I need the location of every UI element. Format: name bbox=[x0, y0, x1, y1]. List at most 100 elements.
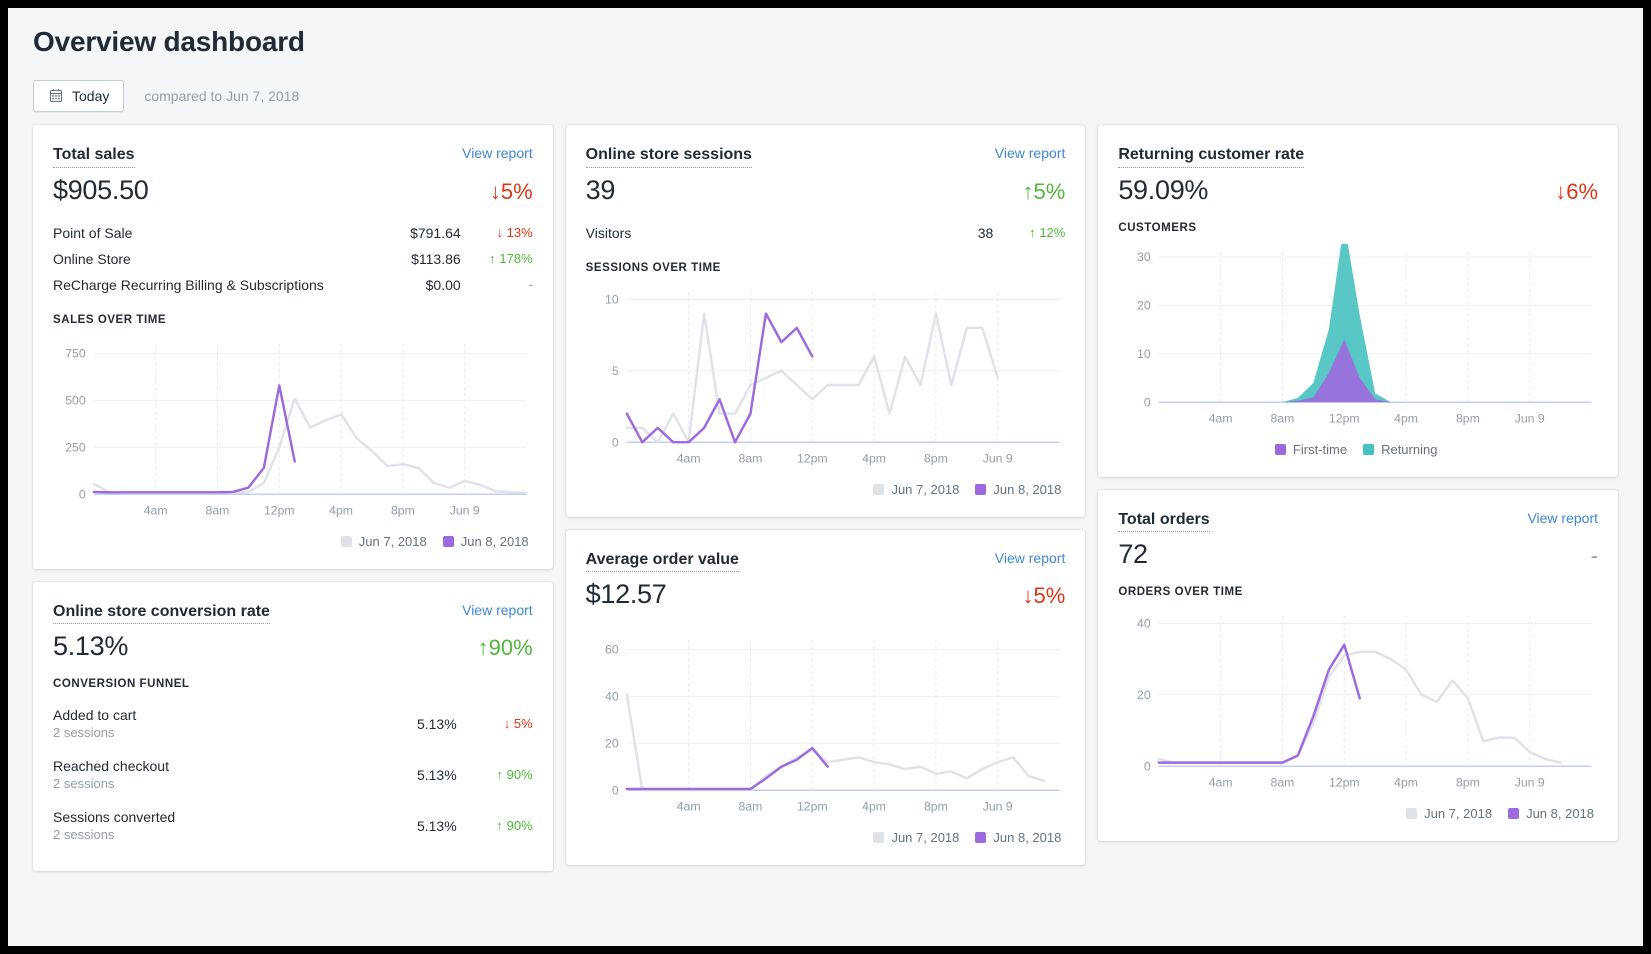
view-report-link[interactable]: View report bbox=[462, 602, 533, 618]
metric-row: 5.13% ↑90% bbox=[53, 631, 533, 662]
svg-text:4am: 4am bbox=[676, 451, 700, 465]
card-header: Online store sessions View report bbox=[585, 145, 1066, 168]
legend-label: Jun 8, 2018 bbox=[993, 830, 1062, 846]
svg-text:250: 250 bbox=[65, 440, 86, 454]
compared-to-text: compared to Jun 7, 2018 bbox=[144, 88, 300, 104]
line-chart: 0 20 40 60 4am 8am 12pm 4pm 8pm Jun 9 bbox=[605, 640, 1060, 814]
metric-value: 39 bbox=[585, 174, 616, 205]
svg-text:4pm: 4pm bbox=[862, 800, 886, 814]
card-header: Average order value View report bbox=[585, 550, 1066, 573]
list-item: Online Store $113.86 ↑ 178% bbox=[53, 246, 533, 272]
svg-text:4am: 4am bbox=[676, 800, 700, 814]
chart-legend: Jun 7, 2018 Jun 8, 2018 bbox=[1118, 806, 1598, 821]
svg-text:4am: 4am bbox=[1209, 411, 1233, 425]
list-item: Point of Sale $791.64 ↓ 13% bbox=[53, 220, 533, 246]
svg-text:8am: 8am bbox=[738, 451, 762, 465]
view-report-link[interactable]: View report bbox=[995, 550, 1066, 566]
metric-delta: ↓5% bbox=[489, 178, 533, 204]
column-middle: Online store sessions View report 39 ↑5%… bbox=[565, 125, 1086, 866]
column-right: Returning customer rate 59.09% ↓6% CUSTO… bbox=[1098, 125, 1619, 842]
legend-item: Jun 7, 2018 bbox=[340, 533, 427, 549]
svg-text:500: 500 bbox=[65, 393, 86, 407]
funnel-step-pct: 5.13% bbox=[416, 817, 457, 834]
svg-text:750: 750 bbox=[65, 346, 86, 360]
chart-average-order-value: 0 20 40 60 4am 8am 12pm 4pm 8pm Jun 9 bbox=[586, 632, 1066, 821]
funnel-main: Sessions converted 2 sessions bbox=[53, 809, 377, 842]
row-delta: ↑ 178% bbox=[489, 251, 533, 267]
legend-item: Jun 8, 2018 bbox=[442, 533, 529, 549]
card-total-orders: Total orders View report 72 - ORDERS OVE… bbox=[1098, 489, 1619, 842]
chart-orders-over-time: 0 20 40 4am 8am 12pm 4pm 8pm Jun 9 bbox=[1118, 608, 1598, 797]
legend-label: Returning bbox=[1381, 441, 1438, 457]
row-label: Online Store bbox=[53, 250, 131, 267]
area-chart: 0 10 20 30 4am 8am 12pm 4pm 8pm Jun 9 bbox=[1137, 243, 1592, 425]
svg-text:8pm: 8pm bbox=[391, 503, 415, 517]
svg-text:0: 0 bbox=[612, 435, 619, 449]
row-value: $113.86 bbox=[411, 250, 461, 267]
svg-text:12pm: 12pm bbox=[264, 503, 295, 517]
metric-delta: ↑5% bbox=[1022, 178, 1066, 204]
date-range-button[interactable]: Today bbox=[33, 80, 125, 112]
list-item: Added to cart 2 sessions 5.13% ↓ 5% bbox=[53, 698, 533, 749]
legend-label: First-time bbox=[1292, 441, 1348, 457]
svg-text:40: 40 bbox=[1137, 617, 1151, 631]
legend-swatch-current bbox=[975, 832, 987, 844]
metric-delta: ↑90% bbox=[477, 635, 533, 661]
legend-item: Returning bbox=[1363, 442, 1437, 457]
funnel-step-sessions: 2 sessions bbox=[53, 827, 115, 843]
svg-text:8am: 8am bbox=[1271, 776, 1295, 790]
funnel-step-delta: ↑ 90% bbox=[496, 818, 533, 834]
svg-text:0: 0 bbox=[79, 487, 86, 501]
legend-item: Jun 7, 2018 bbox=[873, 482, 959, 497]
chart-label: SESSIONS OVER TIME bbox=[585, 261, 721, 274]
legend-swatch-prev bbox=[873, 483, 885, 495]
list-item: ReCharge Recurring Billing & Subscriptio… bbox=[53, 272, 533, 298]
chart-label: ORDERS OVER TIME bbox=[1118, 586, 1243, 599]
funnel-step-delta: ↑ 90% bbox=[496, 767, 533, 783]
svg-text:8pm: 8pm bbox=[1456, 411, 1480, 425]
legend-swatch-current bbox=[1508, 808, 1520, 820]
legend-item: Jun 8, 2018 bbox=[975, 482, 1061, 497]
line-chart: 0 5 10 4am 8am 12pm 4pm 8pm Jun 9 bbox=[605, 291, 1060, 465]
metric-row: 59.09% ↓6% bbox=[1118, 175, 1598, 206]
svg-text:8pm: 8pm bbox=[1456, 776, 1480, 790]
chart-sessions-over-time: 0 5 10 4am 8am 12pm 4pm 8pm Jun 9 bbox=[586, 284, 1066, 473]
funnel-main: Reached checkout 2 sessions bbox=[53, 758, 377, 791]
card-conversion-rate: Online store conversion rate View report… bbox=[33, 581, 553, 872]
svg-text:Jun 9: Jun 9 bbox=[982, 451, 1012, 465]
card-title: Online store sessions bbox=[585, 145, 752, 168]
view-report-link[interactable]: View report bbox=[995, 145, 1066, 161]
conversion-funnel-list: Added to cart 2 sessions 5.13% ↓ 5% Reac… bbox=[53, 698, 533, 851]
list-item: Visitors 38 ↑ 12% bbox=[586, 220, 1066, 246]
view-report-link[interactable]: View report bbox=[462, 145, 533, 161]
svg-text:4pm: 4pm bbox=[1395, 776, 1419, 790]
svg-text:10: 10 bbox=[605, 292, 619, 306]
legend-item: First-time bbox=[1274, 441, 1348, 457]
row-label: Visitors bbox=[585, 224, 632, 241]
legend-label: Jun 7, 2018 bbox=[358, 533, 427, 549]
breakdown-list: Visitors 38 ↑ 12% bbox=[586, 220, 1066, 246]
card-title: Returning customer rate bbox=[1118, 145, 1305, 168]
svg-text:4pm: 4pm bbox=[1395, 411, 1419, 425]
legend-swatch-prev bbox=[340, 535, 352, 547]
metric-delta: - bbox=[1590, 543, 1599, 569]
date-range-row: Today compared to Jun 7, 2018 bbox=[33, 80, 1643, 112]
view-report-link[interactable]: View report bbox=[1527, 510, 1598, 526]
svg-text:4pm: 4pm bbox=[862, 451, 886, 465]
legend-item: Jun 7, 2018 bbox=[1406, 806, 1492, 821]
svg-text:8am: 8am bbox=[1271, 411, 1295, 425]
row-delta: - bbox=[528, 277, 533, 293]
card-title: Total orders bbox=[1118, 510, 1210, 533]
legend-label: Jun 8, 2018 bbox=[1526, 806, 1595, 822]
legend-label: Jun 8, 2018 bbox=[460, 533, 529, 549]
svg-text:8pm: 8pm bbox=[924, 800, 948, 814]
svg-text:Jun 9: Jun 9 bbox=[450, 503, 480, 517]
chart-customers: 0 10 20 30 4am 8am 12pm 4pm 8pm Jun 9 bbox=[1118, 243, 1598, 433]
list-item: Sessions converted 2 sessions 5.13% ↑ 90… bbox=[53, 800, 533, 851]
date-range-label: Today bbox=[72, 88, 110, 104]
funnel-step-name: Sessions converted bbox=[53, 809, 176, 826]
funnel-step-name: Added to cart bbox=[53, 707, 137, 724]
legend-swatch-current bbox=[975, 483, 987, 495]
legend-item: Jun 8, 2018 bbox=[975, 830, 1061, 845]
svg-text:0: 0 bbox=[1144, 760, 1151, 774]
